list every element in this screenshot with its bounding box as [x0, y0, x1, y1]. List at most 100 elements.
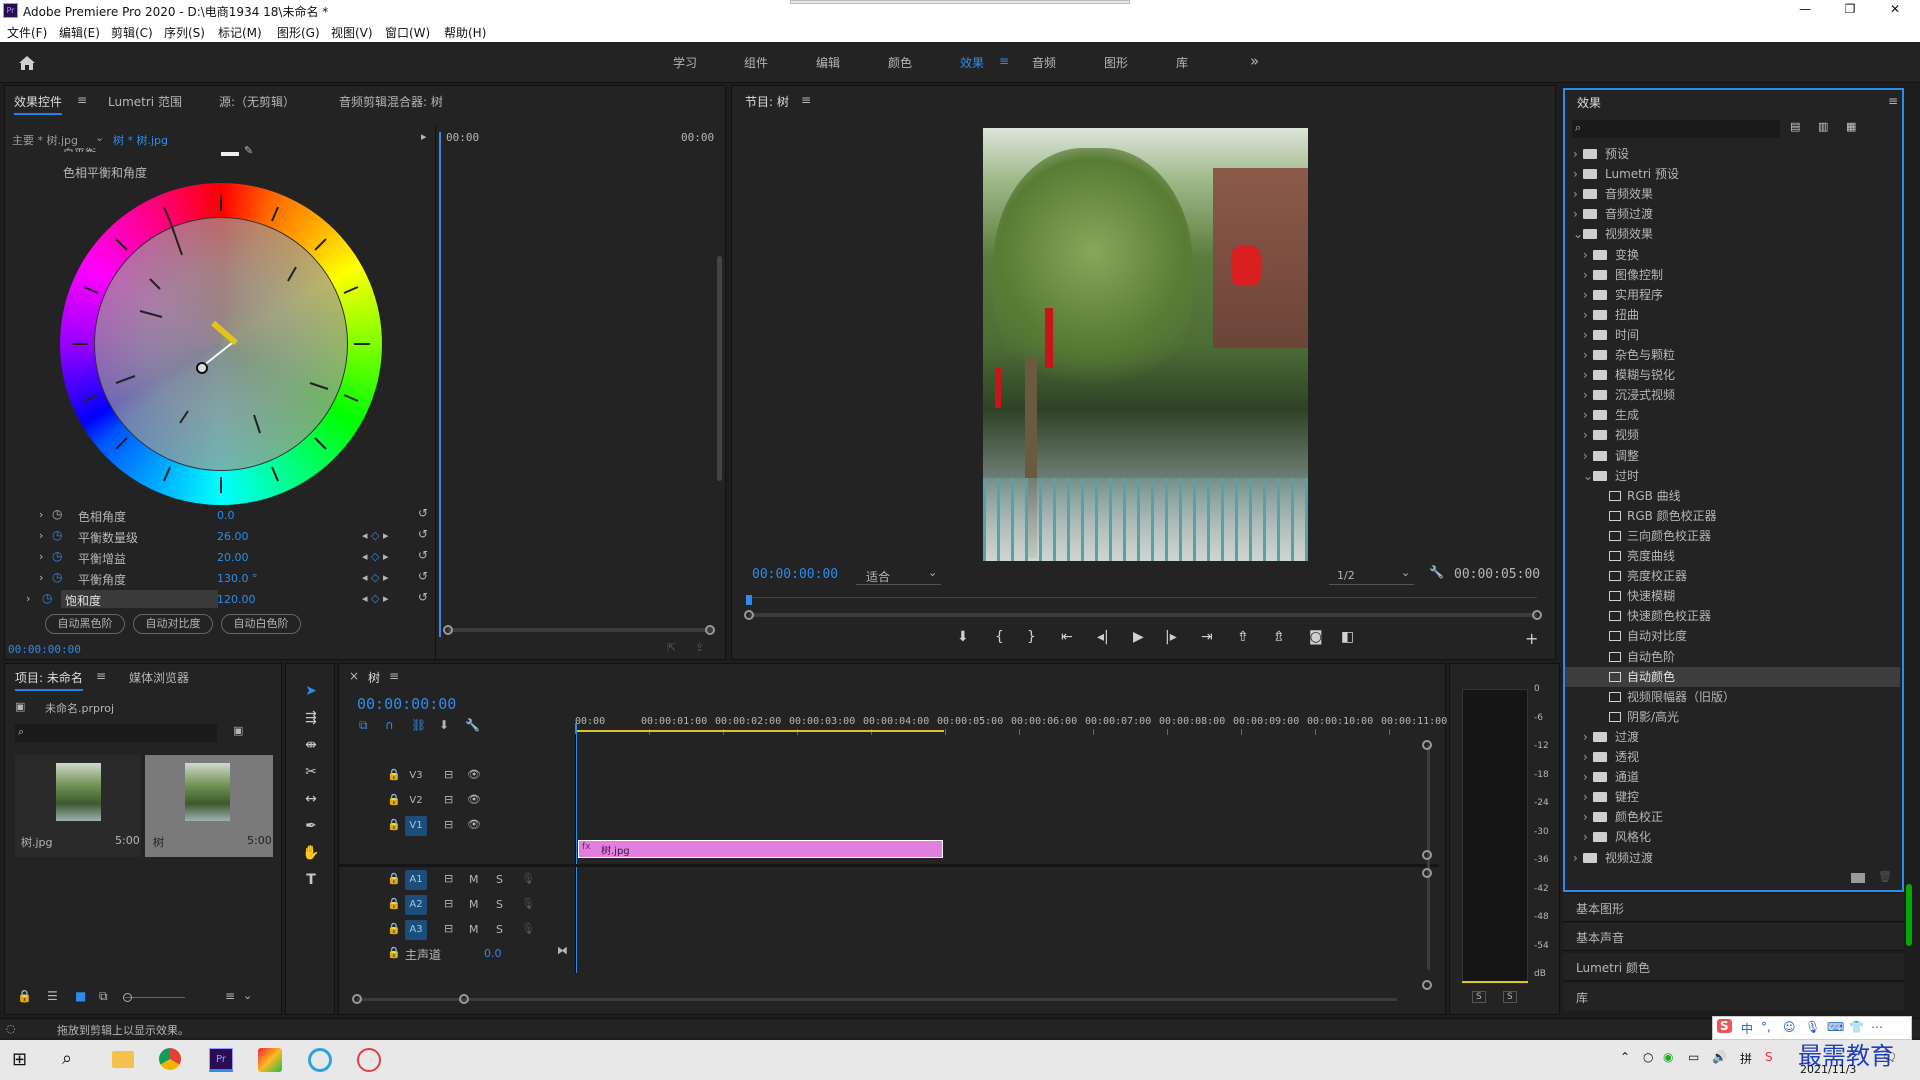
tray-app-icon[interactable]: ◉ [1663, 1050, 1673, 1064]
auto-white-level-button[interactable]: 自动白色阶 [221, 614, 301, 634]
effects-item[interactable]: RGB 曲线 [1565, 486, 1900, 506]
ime-keyboard-icon[interactable]: ⌨ [1827, 1020, 1844, 1034]
resolution-dropdown[interactable]: 1/2 ⌄ [1329, 565, 1414, 585]
track-select-tool-icon[interactable]: ⇶ [300, 707, 322, 729]
ime-punctuation-icon[interactable]: °, [1761, 1020, 1771, 1034]
wrench-icon[interactable]: 🔧 [465, 718, 480, 732]
step-forward-icon[interactable]: |▸ [1165, 629, 1177, 645]
menu-file[interactable]: 文件(F) [7, 24, 47, 41]
program-timecode[interactable]: 00:00:00:00 [752, 567, 838, 582]
mark-in-icon[interactable]: { [995, 629, 1004, 645]
premiere-taskbar-icon[interactable]: Pr [209, 1048, 233, 1072]
menu-graphics[interactable]: 图形(G) [277, 24, 320, 41]
effects-folder[interactable]: › 过渡 [1565, 727, 1900, 747]
white-balance-swatch[interactable] [221, 152, 239, 156]
chevron-right-icon[interactable]: › [1583, 807, 1593, 827]
lock-icon[interactable]: 🔒 [387, 793, 401, 806]
project-search-input[interactable]: ⌕ [15, 724, 217, 742]
solo-button[interactable]: S [496, 873, 503, 886]
workspace-overflow-icon[interactable]: » [1250, 52, 1259, 70]
effects-item[interactable]: 阴影/高光 [1565, 707, 1900, 727]
lift-icon[interactable]: ⇮ [1237, 629, 1249, 645]
chevron-right-icon[interactable]: › [1583, 405, 1593, 425]
workspace-color[interactable]: 颜色 [888, 54, 912, 71]
chevron-right-icon[interactable]: › [26, 592, 30, 605]
reset-icon[interactable]: ↺ [418, 569, 428, 583]
effects-folder[interactable]: › 扭曲 [1565, 305, 1900, 325]
ime-voice-icon[interactable]: 🎙 [1805, 1020, 1820, 1034]
track-target-label[interactable]: A3 [405, 920, 427, 940]
timeline-scroll-handle[interactable] [1422, 980, 1432, 990]
chevron-right-icon[interactable]: › [1583, 767, 1593, 787]
chevron-right-icon[interactable]: › [1583, 827, 1593, 847]
hue-balance-wheel[interactable] [60, 183, 382, 505]
keyframe-nav-icon[interactable]: ◂ ◇ ▸ [362, 592, 389, 605]
razor-tool-icon[interactable]: ✂ [300, 761, 322, 783]
zoom-slider[interactable] [125, 997, 185, 998]
effects-item[interactable]: 自动色阶 [1565, 647, 1900, 667]
ime-language[interactable]: 中 [1741, 1020, 1753, 1037]
sync-lock-icon[interactable]: ⊟ [444, 922, 453, 935]
effects-item[interactable]: 自动颜色 [1565, 666, 1900, 687]
master-track-value[interactable]: 0.0 [484, 947, 502, 960]
chevron-right-icon[interactable]: › [39, 508, 43, 521]
menu-help[interactable]: 帮助(H) [444, 24, 486, 41]
workspace-assembly[interactable]: 组件 [744, 54, 768, 71]
collapsed-panel-libraries[interactable]: 库 [1563, 983, 1904, 1011]
yuv-effects-icon[interactable]: ▦ [1846, 120, 1856, 133]
sync-lock-icon[interactable]: ⊟ [444, 818, 453, 831]
effects-item[interactable]: 三向颜色校正器 [1565, 526, 1900, 546]
timeline-timecode[interactable]: 00:00:00:00 [357, 695, 456, 713]
minimize-button[interactable]: — [1790, 2, 1820, 16]
keyframe-nav-icon[interactable]: ◂ ◇ ▸ [362, 571, 389, 584]
keyframe-nav-icon[interactable]: ◂ ◇ ▸ [362, 550, 389, 563]
reset-icon[interactable]: ↺ [418, 527, 428, 541]
tab-audio-clip-mixer[interactable]: 音频剪辑混合器: 树 [339, 93, 443, 110]
project-item[interactable]: 树.jpg 5:00 [15, 755, 141, 857]
sync-lock-icon[interactable]: ⊟ [444, 793, 453, 806]
chevron-right-icon[interactable]: › [1583, 265, 1593, 285]
play-icon[interactable]: ▶ [1133, 629, 1144, 645]
tray-notification-icon[interactable]: ○ [1643, 1050, 1653, 1064]
stopwatch-icon[interactable]: ◷ [52, 570, 62, 584]
browser-taskbar-icon[interactable] [308, 1048, 332, 1072]
effects-item[interactable]: 快速颜色校正器 [1565, 606, 1900, 626]
chevron-right-icon[interactable]: › [1573, 184, 1583, 204]
effects-search-input[interactable]: ⌕ [1572, 120, 1780, 138]
program-scrub-bar[interactable] [747, 597, 1537, 598]
timeline-tab-title[interactable]: 树 [368, 669, 380, 686]
meter-solo-left[interactable]: S [1472, 991, 1486, 1003]
chevron-right-icon[interactable]: › [1583, 305, 1593, 325]
effects-folder[interactable]: ⌄ 过时 [1565, 466, 1900, 486]
clip-selector[interactable]: 树 * 树.jpg [113, 132, 168, 148]
collapsed-panel-essential-sound[interactable]: 基本声音 [1563, 923, 1904, 951]
lock-icon[interactable]: 🔒 [387, 768, 401, 781]
add-button-icon[interactable]: + [1525, 629, 1538, 648]
eye-icon[interactable]: 👁 [467, 768, 481, 781]
ec-zoom-handle-right[interactable] [705, 625, 715, 635]
freeform-view-icon[interactable]: ⧉ [99, 989, 108, 1004]
home-icon[interactable] [16, 53, 38, 73]
tray-sogou-icon[interactable]: S [1765, 1050, 1773, 1064]
maximize-button[interactable]: ❐ [1835, 2, 1865, 16]
mark-out-icon[interactable]: } [1027, 629, 1036, 645]
track-target-label[interactable]: V3 [405, 766, 427, 786]
panel-menu-icon[interactable]: ≡ [96, 669, 106, 683]
panel-menu-icon[interactable]: ≡ [801, 93, 811, 107]
param-value[interactable]: 120.00 [217, 593, 256, 606]
sync-lock-icon[interactable]: ⊟ [444, 897, 453, 910]
stopwatch-icon[interactable]: ◷ [52, 549, 62, 563]
list-view-icon[interactable]: ☰ [47, 989, 58, 1003]
share-icon[interactable]: ⇪ [695, 641, 704, 654]
lock-icon[interactable]: 🔒 [17, 989, 32, 1003]
chevron-right-icon[interactable]: › [1583, 747, 1593, 767]
effects-folder[interactable]: › 透视 [1565, 747, 1900, 767]
tray-volume-icon[interactable]: 🔊 [1712, 1050, 1727, 1064]
tab-effect-controls[interactable]: 效果控件 [14, 93, 63, 115]
project-item[interactable]: 树 5:00 [145, 755, 273, 857]
effects-folder[interactable]: › 预设 [1565, 144, 1900, 164]
track-target-label[interactable]: V1 [405, 816, 427, 836]
effects-folder[interactable]: › 杂色与颗粒 [1565, 345, 1900, 365]
chevron-right-icon[interactable]: › [1583, 787, 1593, 807]
go-to-out-icon[interactable]: ⇥ [1201, 629, 1213, 645]
